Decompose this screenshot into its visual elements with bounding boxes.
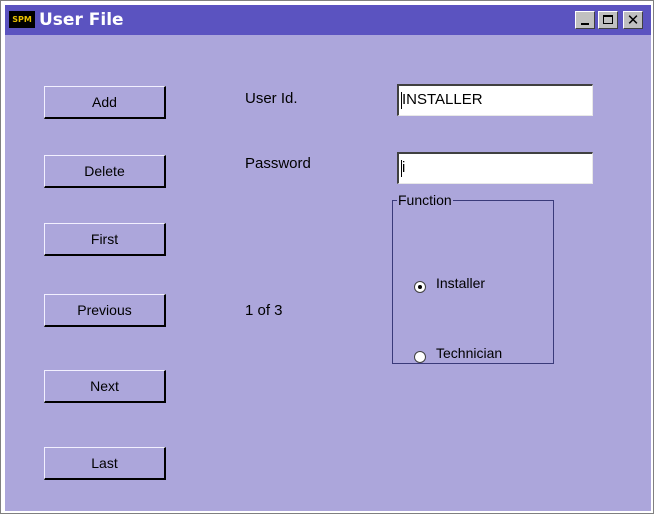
password-field[interactable]: i [397, 152, 593, 184]
radio-selected-dot [418, 285, 422, 289]
password-value: i [402, 159, 406, 176]
installer-radio[interactable] [414, 281, 426, 293]
previous-button[interactable]: Previous [44, 294, 166, 327]
user-id-value: INSTALLER [402, 91, 483, 108]
close-button[interactable]: ✕ [623, 11, 643, 29]
maximize-icon [603, 15, 613, 24]
close-icon: ✕ [626, 11, 640, 29]
next-button[interactable]: Next [44, 370, 166, 403]
spm-app-icon: SPM [9, 11, 35, 28]
minimize-icon [581, 23, 589, 25]
technician-radio[interactable] [414, 351, 426, 363]
technician-radio-label[interactable]: Technician [436, 345, 502, 361]
last-button[interactable]: Last [44, 447, 166, 480]
add-button[interactable]: Add [44, 86, 166, 119]
window-title: User File [39, 10, 124, 30]
minimize-button[interactable] [575, 11, 595, 29]
record-position-text: 1 of 3 [245, 302, 283, 319]
password-label: Password [245, 155, 311, 172]
user-id-field[interactable]: INSTALLER [397, 84, 593, 116]
delete-button[interactable]: Delete [44, 155, 166, 188]
installer-radio-label[interactable]: Installer [436, 275, 485, 291]
maximize-button[interactable] [598, 11, 618, 29]
user-file-window: SPM User File ✕ Add Delete First Previou… [0, 0, 654, 514]
function-group-label: Function [397, 192, 453, 208]
user-id-label: User Id. [245, 90, 298, 107]
first-button[interactable]: First [44, 223, 166, 256]
title-bar[interactable]: SPM User File ✕ [5, 5, 651, 35]
